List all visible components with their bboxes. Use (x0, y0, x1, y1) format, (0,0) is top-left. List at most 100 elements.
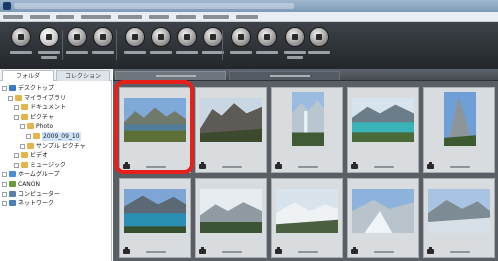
expand-toggle-icon[interactable] (2, 86, 7, 91)
menu-item[interactable] (149, 15, 169, 19)
browser-view-button[interactable] (36, 26, 62, 66)
expand-toggle-icon[interactable] (8, 95, 13, 101)
thumbnail-image (428, 189, 490, 233)
expand-toggle-icon[interactable] (2, 182, 7, 187)
menu-item[interactable] (176, 15, 196, 19)
computer-icon (9, 190, 16, 197)
tree-item-label: Photo (36, 123, 54, 131)
camera-icon (275, 162, 282, 169)
tool-label-placeholder (41, 56, 57, 59)
tab-label-placeholder (270, 75, 310, 77)
batch-button[interactable] (306, 26, 332, 66)
user-icon (9, 181, 16, 187)
window-titlebar (0, 0, 498, 12)
tool-label-placeholder (92, 51, 114, 54)
expand-toggle-icon[interactable] (2, 201, 7, 207)
menu-item[interactable] (3, 15, 23, 19)
expand-toggle-icon[interactable] (14, 162, 19, 168)
folder-browse-icon (11, 27, 31, 47)
thumbnail-cell[interactable] (195, 87, 267, 173)
expand-toggle-icon[interactable] (14, 153, 19, 159)
camera-icon (199, 247, 206, 254)
menu-item[interactable] (30, 15, 50, 19)
thumbnail-image (444, 92, 476, 146)
app-icon (3, 2, 11, 10)
expand-toggle-icon[interactable] (2, 172, 7, 178)
preview-button[interactable] (282, 26, 308, 66)
folder-icon (21, 104, 28, 111)
menu-item[interactable] (203, 15, 229, 19)
thumbnail-cell[interactable] (271, 178, 343, 258)
thumbnail-filename-placeholder (222, 251, 242, 253)
thumbnail-cell[interactable] (195, 178, 267, 258)
expand-toggle-icon[interactable] (20, 143, 25, 149)
thumbnail-filename-placeholder (450, 166, 470, 168)
tree-item-label: サンプル ピクチャ (36, 142, 86, 150)
folder-icon (21, 161, 28, 168)
menu-bar (0, 12, 498, 22)
expand-toggle-icon[interactable] (14, 105, 19, 111)
expand-toggle-icon[interactable] (2, 191, 7, 197)
tool-label-placeholder (66, 51, 88, 54)
toolbar-separator (116, 30, 117, 60)
camera-icon (427, 247, 434, 254)
expand-toggle-icon[interactable] (14, 114, 19, 120)
folder-icon (33, 133, 40, 139)
slideshow-button[interactable] (228, 26, 254, 66)
thumbnail-cell[interactable] (347, 178, 419, 258)
network-icon (9, 200, 16, 207)
thumbnail-image (124, 189, 186, 233)
browser-view-icon (39, 27, 59, 47)
tool-label-placeholder (124, 51, 146, 54)
menu-item[interactable] (81, 15, 111, 19)
tab-folders[interactable]: フォルダ (2, 70, 54, 81)
tab-rated[interactable] (115, 71, 226, 80)
tool-label-placeholder (230, 51, 252, 54)
expand-toggle-icon[interactable] (26, 134, 31, 139)
camera-icon (199, 162, 206, 169)
tool-label-placeholder (202, 51, 224, 54)
rotate-left-icon (177, 27, 197, 47)
library-icon (15, 94, 22, 101)
tree-item-label: 2009_09_10 (42, 132, 81, 141)
tool-label-placeholder (287, 56, 303, 59)
selection-highlight (114, 80, 194, 174)
thumbnail-image (292, 92, 324, 146)
thumbnail-cell[interactable] (423, 178, 495, 258)
print-button[interactable] (122, 26, 148, 66)
tree-item-label: ネットワーク (18, 200, 55, 208)
tab-collections[interactable]: コレクション (56, 70, 110, 81)
tree-item-label: CANON (18, 181, 40, 188)
slideshow-icon (231, 27, 251, 47)
menu-item[interactable] (56, 15, 74, 19)
folder-browse-button[interactable] (8, 26, 34, 66)
info-button[interactable] (90, 26, 116, 66)
camera-icon (351, 162, 358, 169)
folder-icon (27, 123, 34, 130)
camera-icon (427, 162, 434, 169)
compare-icon (257, 27, 277, 47)
thumbnail-filename-placeholder (298, 166, 318, 168)
tab-unrated[interactable] (229, 71, 340, 80)
folder-tree: デスクトップ マイライブラリ ドキュメント ピクチャ Photo 2009_09_10 サン… (0, 81, 112, 261)
thumbnail-cell[interactable] (119, 178, 191, 258)
thumbnail-cell[interactable] (271, 87, 343, 173)
layout-button[interactable] (64, 26, 90, 66)
rotate-left-button[interactable] (174, 26, 200, 66)
thumbnail-filename-placeholder (222, 166, 242, 168)
rotate-right-icon (203, 27, 223, 47)
toolbar (0, 22, 498, 69)
menu-item[interactable] (118, 15, 142, 19)
compare-button[interactable] (254, 26, 280, 66)
menu-item[interactable] (236, 15, 258, 19)
layout-icon (67, 27, 87, 47)
tree-item-label: コンピューター (18, 190, 61, 198)
folder-icon (27, 142, 34, 149)
thumbnail-cell[interactable] (423, 87, 495, 173)
expand-toggle-icon[interactable] (20, 124, 25, 130)
left-panel-tabs: フォルダ コレクション (0, 69, 112, 81)
tree-item-label: ピクチャ (30, 113, 54, 121)
email-button[interactable] (148, 26, 174, 66)
thumbnail-cell[interactable] (347, 87, 419, 173)
tree-item-label: ビデオ (30, 152, 49, 160)
